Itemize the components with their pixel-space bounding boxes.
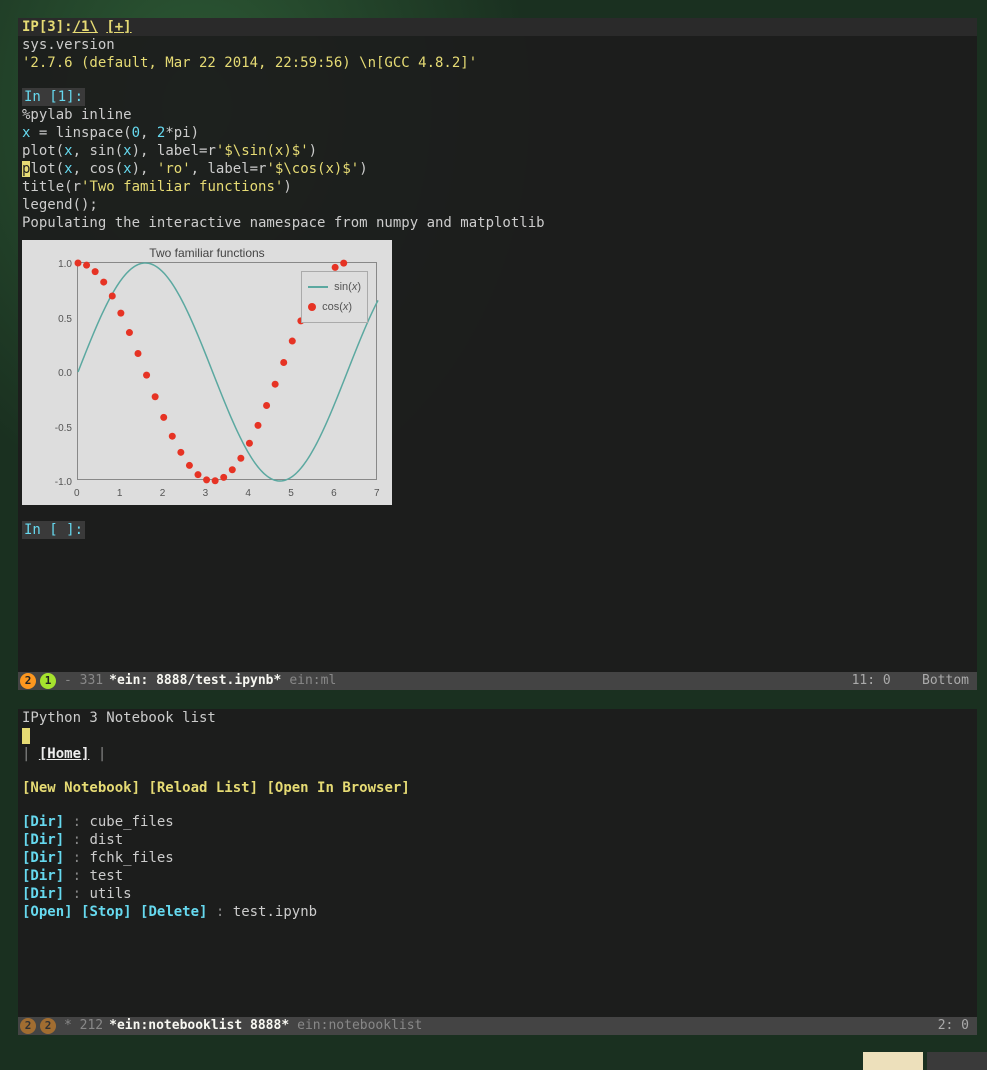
top-header: IP[3]: /1\ [+] [18, 18, 977, 36]
y-tick: 0.0 [42, 365, 72, 383]
notebook-list-window: IPython 3 Notebook list | [Home] | [New … [18, 709, 977, 1035]
dir-row: [Dir] : cube_files [22, 813, 973, 831]
dir-button[interactable]: [Dir] [22, 832, 64, 848]
legend-sin: sin(x) [334, 278, 361, 296]
code-line: plot(x, sin(x), label=r'$\sin(x)$') [22, 142, 973, 160]
x-tick: 1 [117, 485, 123, 503]
dir-row: [Dir] : fchk_files [22, 849, 973, 867]
legend-dot-icon [308, 303, 316, 311]
legend-cos: cos(x) [322, 298, 352, 316]
text-cursor-2 [22, 728, 30, 744]
modeline-top: 2 1 - 331 *ein: 8888/test.ipynb* ein:ml … [18, 672, 977, 690]
code-line: x = linspace(0, 2*pi) [22, 124, 973, 142]
cell-prompt-1: In [1]: [22, 88, 85, 106]
file-row: [Open] [Stop] [Delete] : test.ipynb [22, 903, 973, 921]
badge-warn-2: 2 [40, 1018, 56, 1034]
dir-button[interactable]: [Dir] [22, 814, 64, 830]
major-mode: ein:ml [289, 672, 336, 690]
badge-warn: 2 [20, 673, 36, 689]
x-tick: 5 [288, 485, 294, 503]
major-mode-2: ein:notebooklist [297, 1017, 422, 1035]
legend-line-icon [308, 286, 328, 288]
dir-button[interactable]: [Dir] [22, 886, 64, 902]
x-tick: 3 [203, 485, 209, 503]
cell1[interactable]: In [1]: %pylab inline x = linspace(0, 2*… [18, 88, 977, 232]
nblist-title: IPython 3 Notebook list [22, 709, 973, 727]
dir-name: test [89, 868, 123, 884]
home-link[interactable]: [Home] [39, 746, 90, 762]
editor-top-window: IP[3]: /1\ [+] sys.version '2.7.6 (defau… [18, 18, 977, 690]
x-tick: 6 [331, 485, 337, 503]
badge-warn: 2 [20, 1018, 36, 1034]
scroll-pos: Bottom [922, 673, 969, 688]
dir-name: utils [89, 886, 131, 902]
y-tick: 0.5 [42, 311, 72, 329]
cell0-result: '2.7.6 (default, Mar 22 2014, 22:59:56) … [22, 54, 973, 72]
y-tick: 1.0 [42, 256, 72, 274]
chart-legend: sin(x) cos(x) [301, 271, 368, 323]
empty-cell[interactable]: In [ ]: [18, 521, 977, 539]
open-in-browser-button[interactable]: [Open In Browser] [266, 780, 409, 796]
modeline-bottom: 2 2 * 212 *ein:notebooklist 8888* ein:no… [18, 1017, 977, 1035]
buffer-name: *ein: 8888/test.ipynb* [109, 672, 281, 690]
buffer-name-2: *ein:notebooklist 8888* [109, 1017, 289, 1035]
chart-output: Two familiar functions sin(x) cos(x) -1.… [22, 240, 392, 505]
chart-title: Two familiar functions [22, 244, 392, 262]
file-name: test.ipynb [233, 904, 317, 920]
tab-1[interactable]: /1\ [73, 18, 98, 36]
badge-ok: 1 [40, 673, 56, 689]
cell-prompt-empty: In [ ]: [22, 521, 85, 539]
y-tick: -1.0 [42, 474, 72, 492]
file-delete-button[interactable]: [Delete] [140, 904, 207, 920]
y-tick: -0.5 [42, 420, 72, 438]
file-stop-button[interactable]: [Stop] [81, 904, 132, 920]
dir-row: [Dir] : dist [22, 831, 973, 849]
cell0-output: sys.version '2.7.6 (default, Mar 22 2014… [18, 36, 977, 72]
code-line: legend(); [22, 196, 973, 214]
dir-name: dist [89, 832, 123, 848]
header-prefix: IP[3]: [22, 18, 73, 36]
dir-row: [Dir] : utils [22, 885, 973, 903]
code-line: plot(x, cos(x), 'ro', label=r'$\cos(x)$'… [22, 160, 973, 178]
cell0-code: sys.version [22, 36, 973, 54]
code-line: %pylab inline [22, 106, 973, 124]
tab-add[interactable]: [+] [106, 18, 131, 36]
dir-name: fchk_files [89, 850, 173, 866]
dir-button[interactable]: [Dir] [22, 850, 64, 866]
taskbar-button-2[interactable] [927, 1052, 987, 1070]
cell1-output-text: Populating the interactive namespace fro… [22, 214, 973, 232]
cursor-pos: 11: 0 [852, 673, 891, 688]
file-open-button[interactable]: [Open] [22, 904, 73, 920]
dir-row: [Dir] : test [22, 867, 973, 885]
code-line: title(r'Two familiar functions') [22, 178, 973, 196]
x-tick: 4 [245, 485, 251, 503]
taskbar-button-1[interactable] [863, 1052, 923, 1070]
plot-box: sin(x) cos(x) [77, 262, 377, 480]
x-tick: 7 [374, 485, 380, 503]
cursor-pos-2: 2: 0 [938, 1018, 969, 1033]
new-notebook-button[interactable]: [New Notebook] [22, 780, 140, 796]
dir-name: cube_files [89, 814, 173, 830]
x-tick: 2 [160, 485, 166, 503]
reload-list-button[interactable]: [Reload List] [148, 780, 258, 796]
x-tick: 0 [74, 485, 80, 503]
dir-button[interactable]: [Dir] [22, 868, 64, 884]
taskbar [859, 1052, 987, 1070]
